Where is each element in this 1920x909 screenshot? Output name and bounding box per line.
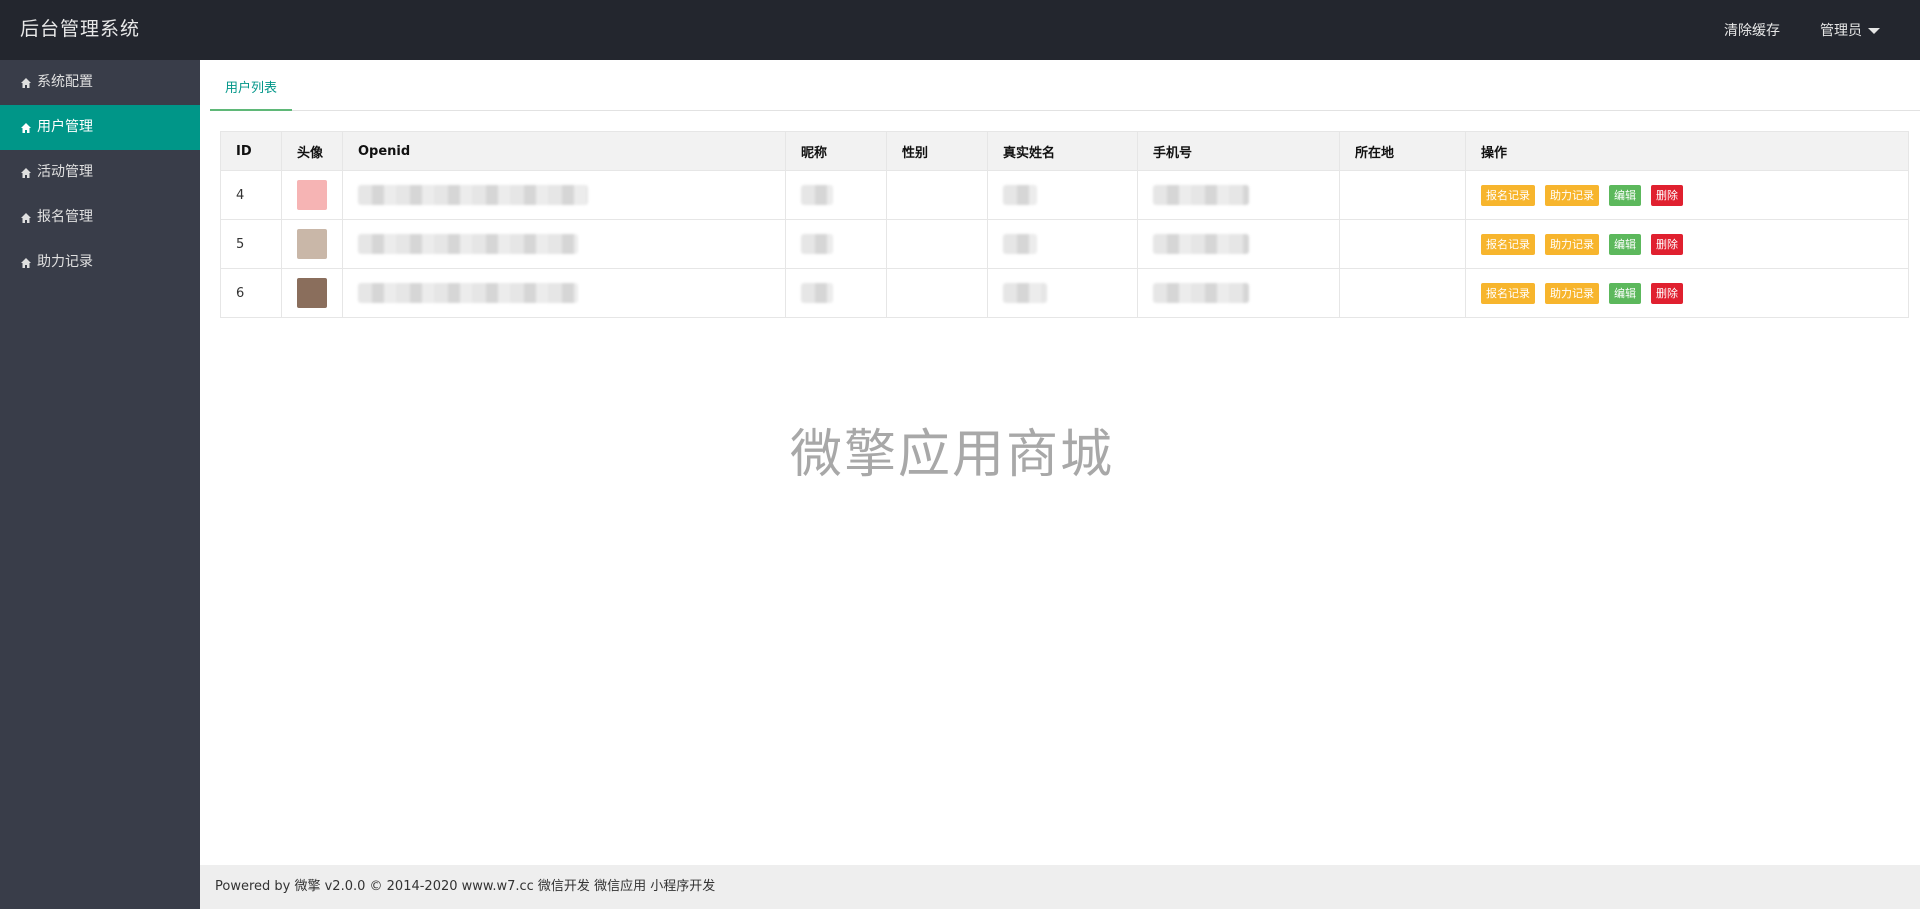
clear-cache-label: 清除缓存 (1724, 23, 1780, 39)
sidebar-item-label: 助力记录 (37, 254, 93, 270)
edit-button[interactable]: 编辑 (1609, 184, 1641, 206)
cell-location (1339, 219, 1466, 269)
cell-realname (987, 268, 1138, 318)
sidebar-item-signup-management[interactable]: 报名管理 (0, 195, 200, 240)
cell-nickname (785, 268, 887, 318)
cell-actions: 报名记录 助力记录 编辑 删除 (1465, 268, 1909, 318)
user-table: ID 头像 Openid 昵称 性别 真实姓名 手机号 所在地 操作 4 报名记… (220, 131, 1909, 318)
cell-realname (987, 170, 1138, 220)
cell-openid (342, 170, 786, 220)
admin-label: 管理员 (1820, 23, 1862, 39)
footer-text: Powered by 微擎 v2.0.0 © 2014-2020 www.w7.… (215, 879, 716, 894)
cell-gender (886, 219, 988, 269)
avatar (297, 180, 327, 210)
home-icon (20, 167, 32, 179)
table-header-row: ID 头像 Openid 昵称 性别 真实姓名 手机号 所在地 操作 (220, 131, 1909, 171)
cell-id: 4 (220, 170, 282, 220)
main-content: 用户列表 ID 头像 Openid 昵称 性别 真实姓名 手机号 所在地 操作 (200, 60, 1920, 865)
top-bar: 后台管理系统 清除缓存 管理员 (0, 0, 1920, 60)
sidebar-item-label: 报名管理 (37, 209, 93, 225)
col-header: 头像 (281, 131, 343, 171)
redacted-nickname (801, 283, 833, 303)
table-row: 6 报名记录 助力记录 编辑 删除 (220, 268, 1909, 318)
cell-openid (342, 219, 786, 269)
watermark: 微擎应用商城 (790, 425, 1115, 485)
home-icon (20, 77, 32, 89)
footer: Powered by 微擎 v2.0.0 © 2014-2020 www.w7.… (200, 865, 1920, 909)
tab-user-list[interactable]: 用户列表 (210, 60, 293, 111)
cell-gender (886, 170, 988, 220)
redacted-phone (1153, 283, 1249, 303)
col-header: Openid (342, 131, 786, 171)
col-header: 昵称 (785, 131, 887, 171)
avatar (297, 229, 327, 259)
home-icon (20, 212, 32, 224)
cell-actions: 报名记录 助力记录 编辑 删除 (1465, 219, 1909, 269)
redacted-realname (1003, 185, 1037, 205)
redacted-nickname (801, 185, 833, 205)
edit-button[interactable]: 编辑 (1609, 233, 1641, 255)
sidebar-item-user-management[interactable]: 用户管理 (0, 105, 200, 150)
sidebar-item-assist-records[interactable]: 助力记录 (0, 240, 200, 285)
col-header: 真实姓名 (987, 131, 1138, 171)
app-title: 后台管理系统 (20, 18, 141, 40)
cell-avatar (281, 219, 343, 269)
sidebar: 系统配置 用户管理 活动管理 报名管理 助力记录 (0, 60, 200, 909)
cell-actions: 报名记录 助力记录 编辑 删除 (1465, 170, 1909, 220)
clear-cache-link[interactable]: 清除缓存 (1724, 20, 1780, 40)
sidebar-item-activity-management[interactable]: 活动管理 (0, 150, 200, 195)
sidebar-item-label: 活动管理 (37, 164, 93, 180)
edit-button[interactable]: 编辑 (1609, 282, 1641, 304)
delete-button[interactable]: 删除 (1651, 282, 1683, 304)
table-row: 4 报名记录 助力记录 编辑 删除 (220, 170, 1909, 220)
table-row: 5 报名记录 助力记录 编辑 删除 (220, 219, 1909, 269)
sidebar-item-label: 用户管理 (37, 119, 93, 135)
redacted-openid (358, 283, 578, 303)
col-header: 手机号 (1137, 131, 1340, 171)
cell-gender (886, 268, 988, 318)
redacted-nickname (801, 234, 833, 254)
sidebar-item-system-config[interactable]: 系统配置 (0, 60, 200, 105)
avatar (297, 278, 327, 308)
cell-avatar (281, 268, 343, 318)
assist-records-button[interactable]: 助力记录 (1545, 282, 1599, 304)
user-table-wrapper: ID 头像 Openid 昵称 性别 真实姓名 手机号 所在地 操作 4 报名记… (220, 131, 1909, 318)
cell-phone (1137, 170, 1340, 220)
signup-records-button[interactable]: 报名记录 (1481, 282, 1535, 304)
admin-menu[interactable]: 管理员 (1820, 20, 1880, 40)
signup-records-button[interactable]: 报名记录 (1481, 184, 1535, 206)
cell-phone (1137, 268, 1340, 318)
cell-id: 6 (220, 268, 282, 318)
cell-avatar (281, 170, 343, 220)
redacted-openid (358, 185, 588, 205)
redacted-openid (358, 234, 578, 254)
cell-location (1339, 170, 1466, 220)
col-header: 操作 (1465, 131, 1909, 171)
signup-records-button[interactable]: 报名记录 (1481, 233, 1535, 255)
redacted-realname (1003, 234, 1037, 254)
tab-bar: 用户列表 (210, 60, 1920, 111)
redacted-phone (1153, 185, 1249, 205)
home-icon (20, 122, 32, 134)
redacted-phone (1153, 234, 1249, 254)
col-header: 所在地 (1339, 131, 1466, 171)
cell-realname (987, 219, 1138, 269)
cell-location (1339, 268, 1466, 318)
col-header: ID (220, 131, 282, 171)
caret-down-icon (1868, 28, 1880, 34)
cell-openid (342, 268, 786, 318)
sidebar-item-label: 系统配置 (37, 74, 93, 90)
assist-records-button[interactable]: 助力记录 (1545, 184, 1599, 206)
cell-nickname (785, 219, 887, 269)
cell-id: 5 (220, 219, 282, 269)
cell-nickname (785, 170, 887, 220)
top-right-menu: 清除缓存 管理员 (1724, 0, 1920, 60)
delete-button[interactable]: 删除 (1651, 233, 1683, 255)
col-header: 性别 (886, 131, 988, 171)
cell-phone (1137, 219, 1340, 269)
assist-records-button[interactable]: 助力记录 (1545, 233, 1599, 255)
home-icon (20, 257, 32, 269)
delete-button[interactable]: 删除 (1651, 184, 1683, 206)
redacted-realname (1003, 283, 1047, 303)
